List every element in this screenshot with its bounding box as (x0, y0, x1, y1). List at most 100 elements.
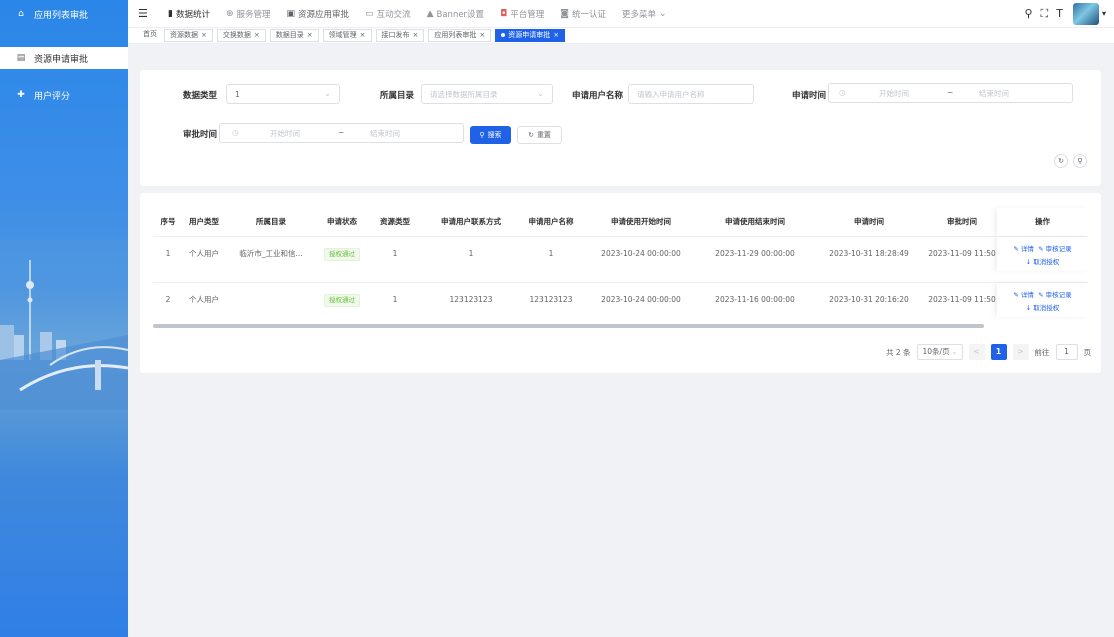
approve-start-placeholder: 开始时间 (270, 129, 300, 138)
detail-link[interactable]: 详情 (1021, 245, 1034, 253)
page-size-select[interactable]: 10条/页 ⌄ (916, 344, 963, 360)
apply-time-range[interactable]: ◷ 开始时间 ~ 结束时间 (828, 83, 1073, 103)
chevron-down-icon: ⌄ (537, 89, 544, 98)
catalog-select[interactable]: 请选择数据所属目录 ⌄ (421, 84, 553, 104)
close-icon[interactable]: × (201, 31, 207, 39)
home-icon: ⌂ (18, 9, 24, 19)
top-menu: ☰ ▮ 数据统计 ⊕ 服务管理 ▣ 资源应用审批 ▭ 互动交流 ▲ Banner设置 ◘ 平… (128, 0, 1114, 27)
nav-label: 统一认证 (571, 9, 606, 20)
data-type-label: 数据类型 (183, 91, 218, 101)
search-icon[interactable]: ⚲ (1024, 7, 1032, 20)
search-button[interactable]: ⚲ 搜索 (470, 126, 511, 144)
goto-suffix: 页 (1083, 347, 1092, 357)
user-name-input[interactable]: 请输入申请用户名称 (628, 84, 754, 104)
service-icon: ⊕ (225, 8, 234, 19)
nav-item-more[interactable]: 更多菜单 ⌄ (622, 8, 670, 20)
banner-icon: ▲ (426, 8, 434, 19)
nav-item-resource-approval[interactable]: ▣ 资源应用审批 (287, 8, 350, 20)
detail-link[interactable]: 详情 (1021, 291, 1034, 299)
nav-item-service[interactable]: ⊕ 服务管理 (226, 8, 271, 20)
tag-label: 数据目录 (275, 31, 304, 39)
approve-end-placeholder: 结束时间 (370, 129, 400, 138)
nav-item-auth[interactable]: ◙ 统一认证 (560, 8, 606, 20)
approve-time-range[interactable]: ◷ 开始时间 ~ 结束时间 (219, 123, 464, 143)
tag-item-active[interactable]: 资源申请审批 × (495, 29, 566, 42)
avatar[interactable] (1072, 2, 1099, 25)
chat-icon: ▭ (365, 8, 374, 19)
apply-time-label: 申请时间 (792, 91, 827, 101)
topbar: ☰ ▮ 数据统计 ⊕ 服务管理 ▣ 资源应用审批 ▭ 互动交流 ▲ Banner设置 ◘ 平… (128, 0, 1114, 44)
tag-item[interactable]: 数据目录 × (269, 29, 319, 42)
caret-down-icon[interactable]: ▾ (1102, 9, 1106, 18)
range-separator: ~ (338, 128, 345, 137)
cell-index: 1 (165, 249, 171, 258)
search-circle-button[interactable]: ⚲ (1073, 154, 1087, 168)
hamburger-icon[interactable]: ☰ (138, 7, 158, 20)
next-page-button[interactable]: > (1012, 344, 1029, 360)
audit-record-link[interactable]: 审核记录 (1046, 291, 1072, 299)
cell-status: 授权通过 (317, 237, 367, 271)
page-size-value: 10条/页 (922, 347, 950, 356)
auth-icon: ◙ (560, 8, 569, 19)
prev-page-button[interactable]: < (968, 344, 985, 360)
header-tools: ⚲ ⛶ T ▾ (1016, 0, 1106, 27)
calendar-icon: ◷ (232, 128, 239, 137)
op-line-1: ✎ 详情 ✎ 审核记录 (997, 289, 1088, 299)
goto-page-input[interactable]: 1 (1055, 344, 1078, 360)
cancel-auth-link[interactable]: 取消授权 (1033, 258, 1059, 266)
close-icon[interactable]: × (307, 31, 313, 39)
tag-label: 交换数据 (222, 31, 251, 39)
chevron-down-icon: ⌄ (324, 89, 331, 98)
col-end-time: 申请使用结束时间 (725, 217, 785, 226)
nav-item-platform[interactable]: ◘ 平台管理 (500, 8, 544, 20)
col-apply-time: 申请时间 (854, 217, 884, 226)
cell-contact: 123123123 (449, 295, 493, 304)
calendar-icon: ◷ (839, 88, 846, 97)
reset-button[interactable]: ↻ 重置 (517, 126, 562, 144)
col-operation-fixed: 操作 (997, 208, 1088, 236)
audit-record-link[interactable]: 审核记录 (1046, 245, 1072, 253)
edit-icon: ✎ (1038, 245, 1044, 253)
tag-item[interactable]: 资源数据 × (164, 29, 213, 42)
tag-label: 资源申请审批 (508, 31, 551, 39)
tag-item[interactable]: 领域管理 × (322, 29, 372, 42)
scrollbar-thumb[interactable] (153, 324, 984, 328)
active-dot-icon (501, 33, 506, 37)
nav-label: 更多菜单 (621, 9, 656, 20)
refresh-circle-button[interactable]: ↻ (1054, 154, 1068, 168)
user-name-placeholder: 请输入申请用户名称 (637, 89, 705, 99)
tag-item[interactable]: 交换数据 × (216, 29, 266, 42)
approval-icon: ▣ (286, 8, 296, 19)
sidebar: ⌂ 应用列表审批 ▤ 资源申请审批 ✚ 用户评分 (0, 0, 128, 637)
nav-item-interaction[interactable]: ▭ 互动交流 (365, 8, 411, 20)
nav-item-stats[interactable]: ▮ 数据统计 (168, 8, 210, 20)
cell-start-time: 2023-10-24 00:00:00 (601, 295, 681, 304)
horizontal-scrollbar[interactable] (153, 324, 984, 328)
font-size-icon[interactable]: T (1056, 7, 1063, 20)
close-icon[interactable]: × (479, 31, 485, 39)
tag-home[interactable]: 首页 (140, 29, 160, 42)
cell-approve-time: 2023-11-09 11:50 (928, 249, 996, 258)
tag-item[interactable]: 应用列表审批 × (428, 29, 492, 42)
cell-resource-type: 1 (392, 249, 398, 258)
data-type-select[interactable]: 1 ⌄ (226, 84, 340, 104)
search-button-label: 搜索 (487, 131, 502, 139)
sidebar-item-resource-approval[interactable]: ▤ 资源申请审批 (0, 47, 128, 69)
col-operation: 操作 (1035, 217, 1050, 226)
col-approve-time: 审批时间 (947, 217, 977, 226)
sidebar-item-user-rating[interactable]: ✚ 用户评分 (0, 84, 128, 106)
nav-label: 互动交流 (376, 9, 411, 20)
nav-item-banner[interactable]: ▲ Banner设置 (427, 8, 484, 20)
arrow-down-icon: ↓ (1025, 304, 1032, 312)
cancel-auth-link[interactable]: 取消授权 (1033, 304, 1059, 312)
tag-item[interactable]: 接口发布 × (375, 29, 425, 42)
sidebar-item-app-approval[interactable]: ⌂ 应用列表审批 (0, 3, 128, 25)
close-icon[interactable]: × (413, 31, 419, 39)
close-icon[interactable]: × (553, 31, 559, 39)
page-number-current[interactable]: 1 (990, 344, 1007, 360)
fullscreen-icon[interactable]: ⛶ (1041, 7, 1049, 21)
col-user-type: 用户类型 (189, 217, 219, 226)
close-icon[interactable]: × (254, 31, 260, 39)
close-icon[interactable]: × (360, 31, 366, 39)
cell-index: 2 (165, 295, 171, 304)
